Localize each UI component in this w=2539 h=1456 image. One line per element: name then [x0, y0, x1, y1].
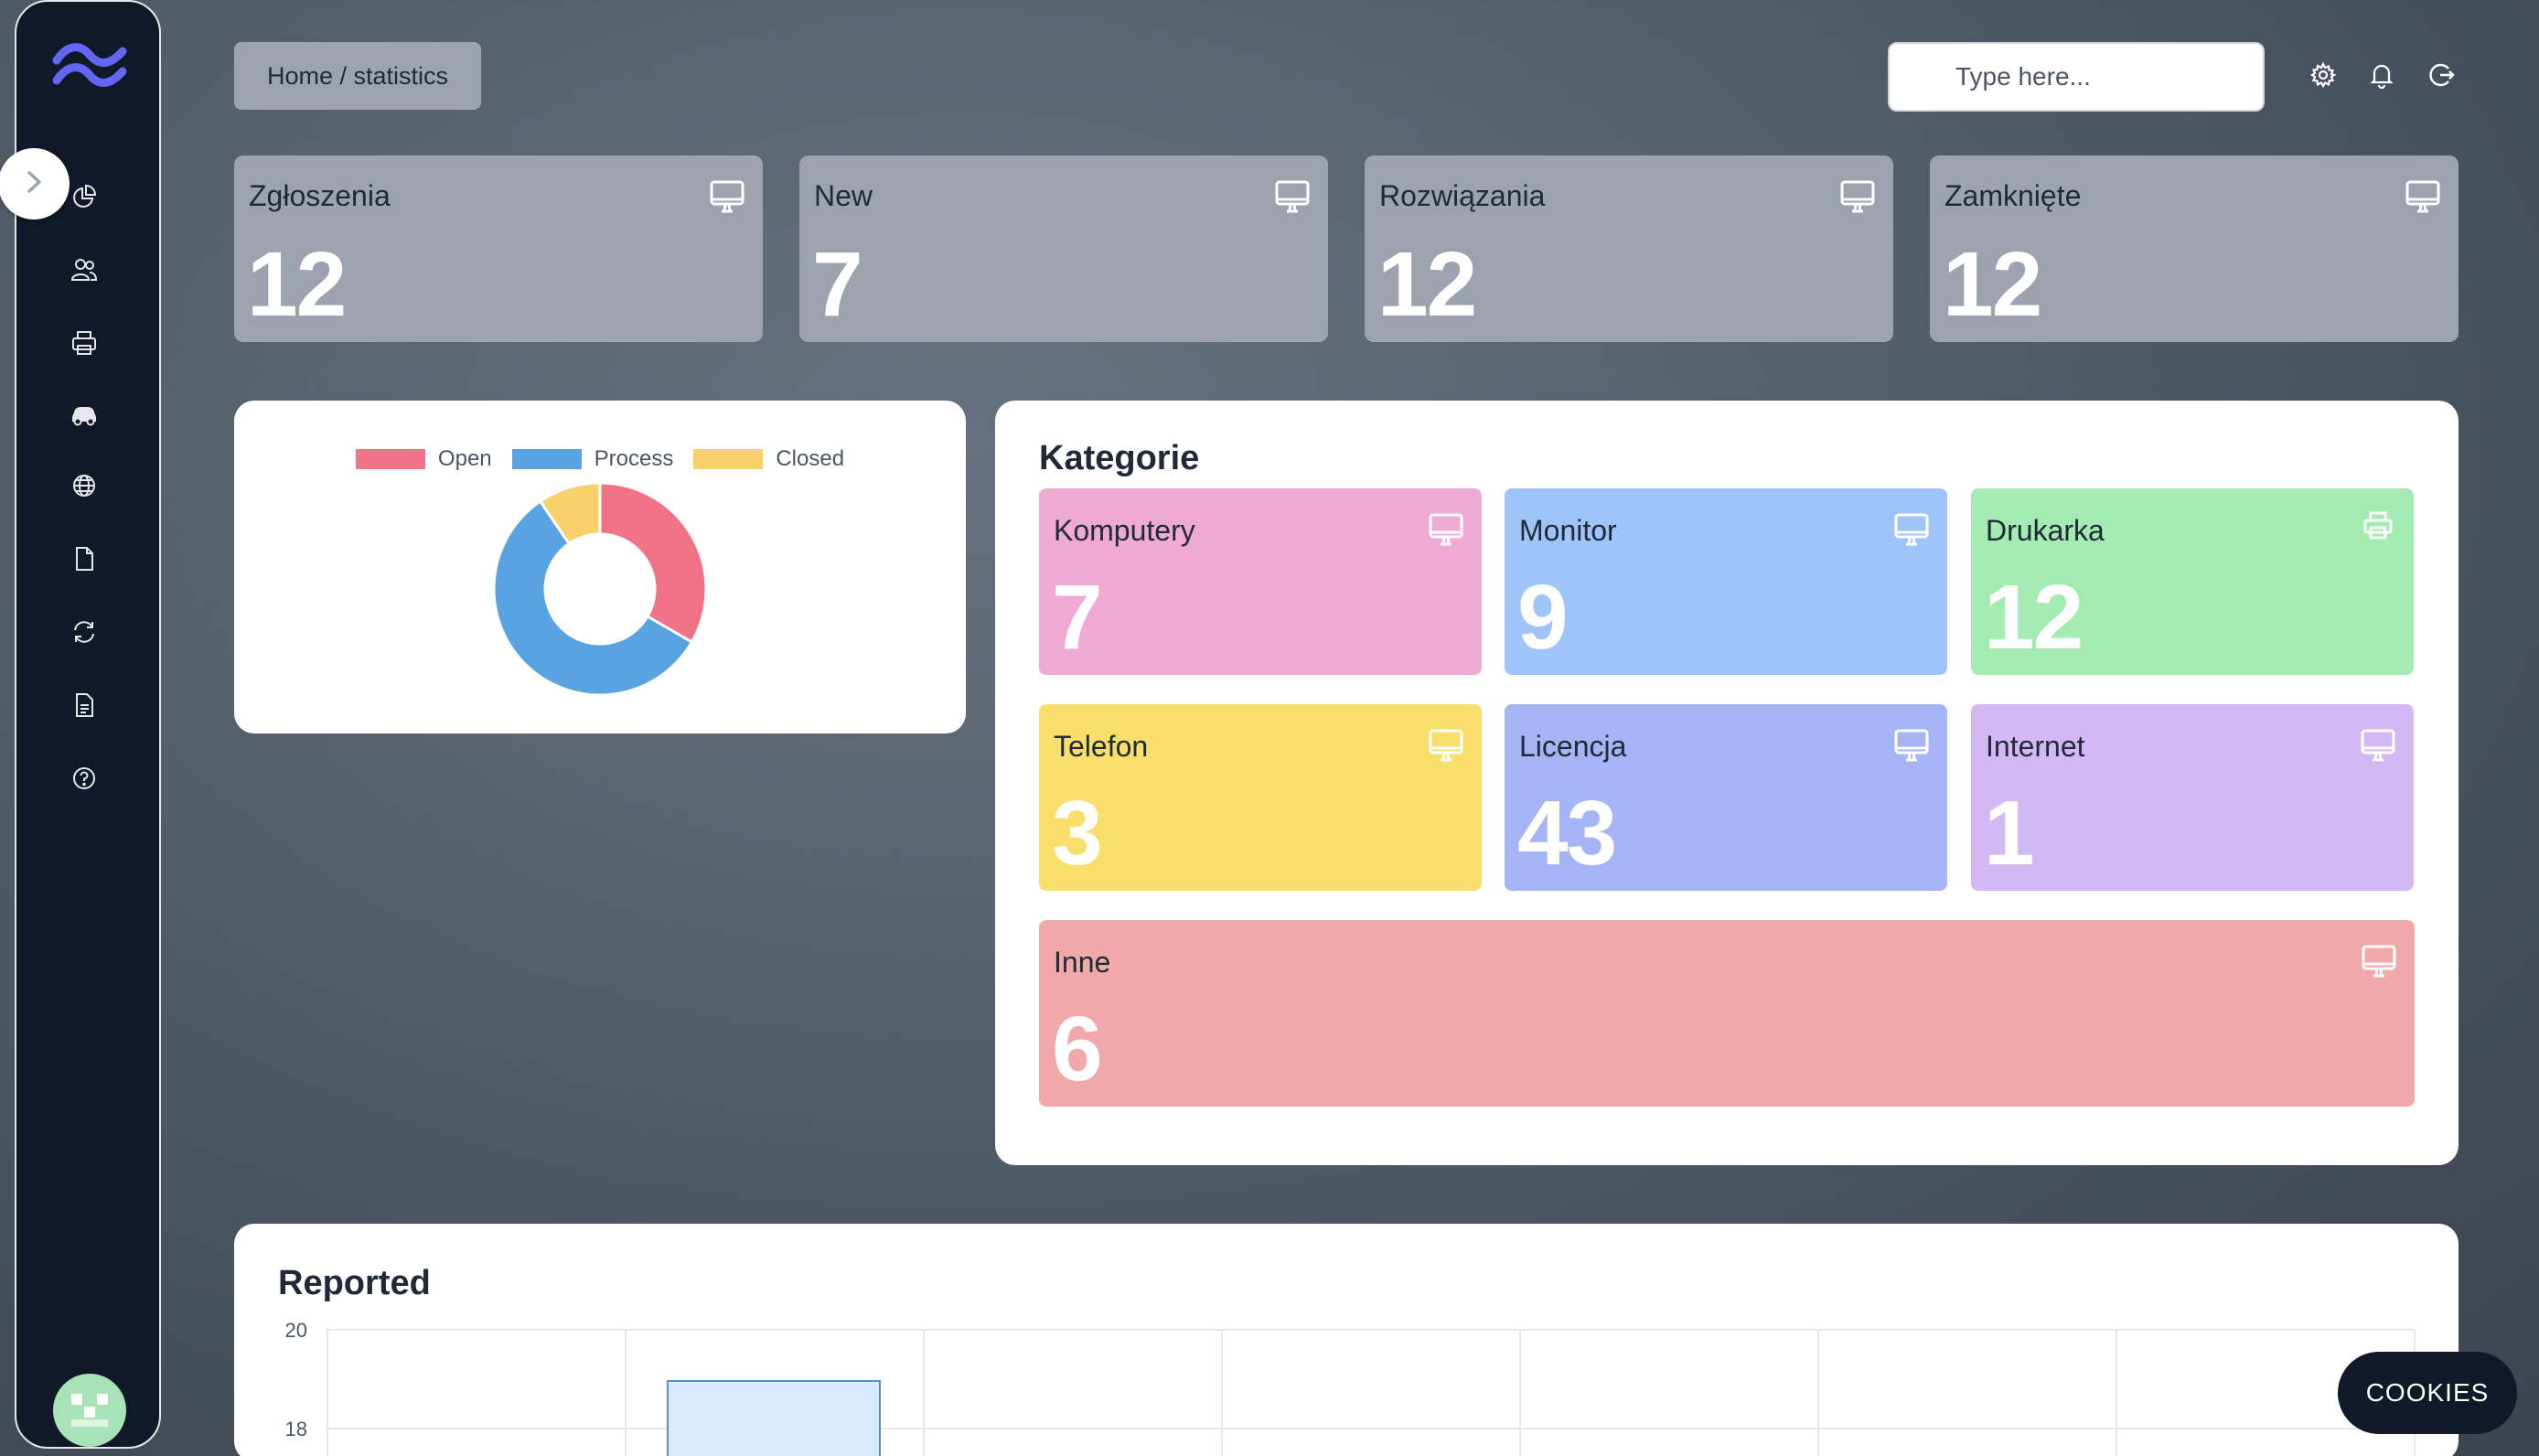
document-icon: [70, 545, 98, 577]
search-input[interactable]: [1888, 42, 2265, 112]
grid-lines: [326, 1329, 2416, 1456]
refresh-icon: [70, 618, 98, 650]
document-text-icon: [70, 691, 98, 723]
globe-icon: [70, 472, 98, 504]
sidebar-toggle-button[interactable]: [0, 148, 70, 219]
chevron-right-icon: [20, 168, 48, 200]
category-value: 7: [1052, 566, 1103, 669]
donut-chart: [492, 481, 708, 697]
monitor-icon: [1427, 726, 1465, 765]
category-card-komputery[interactable]: Komputery 7: [1039, 488, 1482, 675]
monitor-icon: [2360, 942, 2398, 980]
bell-icon: [2368, 61, 2395, 93]
category-label: Drukarka: [1986, 514, 2105, 547]
stat-card-zgloszenia[interactable]: Zgłoszenia 12: [234, 155, 763, 342]
category-card-inne[interactable]: Inne 6: [1039, 920, 2415, 1107]
monitor-icon: [1427, 510, 1465, 549]
stat-label: Zamknięte: [1944, 179, 2082, 212]
monitor-icon: [1838, 177, 1877, 216]
categories-panel: Kategorie Komputery 7 Monitor 9 Drukarka…: [995, 401, 2459, 1165]
category-label: Komputery: [1054, 514, 1195, 547]
y-tick-label: 20: [285, 1319, 307, 1342]
stat-label: Rozwiązania: [1379, 179, 1546, 212]
gear-icon: [2309, 61, 2337, 93]
category-value: 1: [1984, 782, 2035, 884]
reported-bar[interactable]: [667, 1380, 881, 1456]
monitor-icon: [1892, 726, 1931, 765]
stat-label: New: [814, 179, 873, 212]
sidebar-item-statistics[interactable]: [67, 181, 102, 216]
category-card-licencja[interactable]: Licencja 43: [1505, 704, 1947, 891]
category-label: Telefon: [1054, 730, 1149, 763]
notifications-button[interactable]: [2363, 59, 2400, 95]
monitor-icon: [2404, 177, 2442, 216]
category-card-internet[interactable]: Internet 1: [1971, 704, 2414, 891]
y-tick-label: 18: [285, 1418, 307, 1440]
sidebar-item-cars[interactable]: [67, 399, 102, 434]
category-card-telefon[interactable]: Telefon 3: [1039, 704, 1482, 891]
category-label: Internet: [1986, 730, 2085, 763]
status-chart-panel: Open Process Closed: [234, 401, 966, 733]
stat-value: 7: [812, 233, 863, 336]
logout-button[interactable]: [2424, 59, 2460, 95]
help-icon: [70, 765, 98, 797]
reported-chart: 20 18: [285, 1319, 2416, 1456]
categories-title: Kategorie: [1039, 439, 1200, 477]
logo-icon[interactable]: [49, 38, 130, 93]
chart-pie-icon: [70, 183, 98, 215]
category-value: 3: [1052, 782, 1103, 884]
printer-icon: [2362, 510, 2401, 549]
stat-card-rozwiazania[interactable]: Rozwiązania 12: [1365, 155, 1893, 342]
car-icon: [70, 401, 99, 433]
sidebar: [0, 0, 161, 1449]
stat-card-new[interactable]: New 7: [799, 155, 1328, 342]
users-icon: [70, 256, 98, 288]
category-label: Licencja: [1519, 730, 1627, 763]
logout-icon: [2428, 61, 2456, 93]
monitor-icon: [2359, 726, 2397, 765]
reported-panel: Reported 20 18: [234, 1224, 2459, 1456]
category-value: 12: [1984, 566, 2084, 669]
category-value: 9: [1517, 566, 1569, 669]
avatar[interactable]: [53, 1374, 126, 1447]
monitor-icon: [1273, 177, 1312, 216]
sidebar-item-users[interactable]: [67, 254, 102, 289]
monitor-icon: [1892, 510, 1931, 549]
sidebar-item-reports[interactable]: [67, 690, 102, 724]
category-card-drukarka[interactable]: Drukarka 12: [1971, 488, 2414, 675]
monitor-icon: [708, 177, 746, 216]
sidebar-item-printers[interactable]: [67, 327, 102, 362]
sidebar-item-sync[interactable]: [67, 616, 102, 651]
sidebar-item-internet[interactable]: [67, 470, 102, 505]
category-card-monitor[interactable]: Monitor 9: [1505, 488, 1947, 675]
sidebar-item-help[interactable]: [67, 763, 102, 798]
breadcrumb[interactable]: Home / statistics: [234, 42, 481, 110]
stat-card-zamkniete[interactable]: Zamknięte 12: [1930, 155, 2459, 342]
sidebar-item-documents[interactable]: [67, 543, 102, 578]
stat-value: 12: [1377, 233, 1477, 336]
category-value: 6: [1052, 998, 1103, 1100]
category-value: 43: [1517, 782, 1617, 884]
cookies-button[interactable]: COOKIES: [2338, 1352, 2517, 1434]
stat-label: Zgłoszenia: [249, 179, 391, 212]
stat-value: 12: [1943, 233, 2042, 336]
category-label: Inne: [1054, 946, 1111, 979]
stat-value: 12: [247, 233, 347, 336]
category-label: Monitor: [1519, 514, 1617, 547]
printer-icon: [70, 329, 98, 361]
settings-button[interactable]: [2305, 59, 2341, 95]
